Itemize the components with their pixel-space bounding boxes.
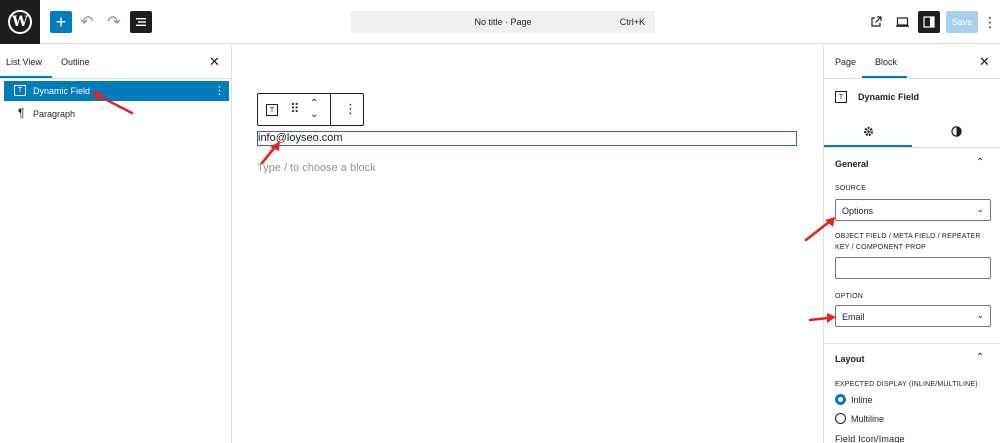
command-shortcut: Ctrl+K	[619, 17, 645, 27]
list-item-dynamic-field[interactable]: T Dynamic Field ⋮	[4, 81, 229, 101]
paragraph-icon: ¶	[18, 106, 25, 120]
editor-canvas: T ⠿ ⌃ ⌄ ⋮ info@loyseo.com Type / to choo…	[233, 45, 823, 443]
list-item-paragraph[interactable]: ¶ Paragraph	[4, 103, 229, 123]
expected-display-label: EXPECTED DISPLAY (INLINE/MULTILINE)	[835, 381, 978, 388]
layout-panel-title[interactable]: Layout	[835, 354, 865, 364]
radio-multiline[interactable]	[835, 413, 846, 424]
wordpress-icon: W	[8, 10, 32, 34]
divider	[0, 78, 232, 79]
desktop-icon	[895, 17, 909, 27]
dynamic-field-block[interactable]: info@loyseo.com	[257, 131, 797, 146]
dynamic-field-icon[interactable]: T	[266, 104, 278, 116]
options-menu-button[interactable]: ⋮	[979, 11, 1000, 33]
list-view-icon	[136, 18, 146, 26]
document-title: No title · Page	[474, 17, 532, 27]
list-item-label: Paragraph	[33, 109, 76, 119]
dynamic-field-icon: T	[14, 85, 26, 96]
list-item-label: Dynamic Field	[33, 86, 91, 96]
object-field-input[interactable]	[835, 257, 991, 279]
object-field-label: OBJECT FIELD / META FIELD / REPEATER KEY…	[835, 233, 981, 251]
general-panel-title[interactable]: General	[835, 159, 869, 169]
plus-icon: +	[55, 11, 67, 32]
chevron-up-icon[interactable]: ⌃	[976, 157, 984, 168]
chevron-down-icon: ⌄	[976, 310, 984, 320]
chevron-down-icon[interactable]: ⌄	[310, 109, 318, 120]
save-button[interactable]: Save	[946, 11, 978, 33]
chevron-up-icon[interactable]: ⌃	[310, 98, 318, 109]
dynamic-field-icon: T	[835, 91, 847, 103]
source-label: SOURCE	[835, 185, 867, 192]
undo-button[interactable]: ↶	[76, 11, 98, 33]
tab-block[interactable]: Block	[875, 57, 897, 67]
divider	[824, 78, 1000, 79]
more-vertical-icon: ⋮	[983, 13, 997, 30]
drag-handle-icon[interactable]: ⠿	[290, 101, 299, 117]
tab-outline[interactable]: Outline	[61, 57, 90, 67]
document-overview-button[interactable]	[130, 11, 152, 33]
radio-multiline-label: Multiline	[851, 414, 885, 424]
source-select[interactable]: Options ⌄	[835, 199, 991, 221]
redo-icon: ↷	[107, 14, 121, 31]
chevron-up-icon[interactable]: ⌃	[976, 352, 984, 363]
tab-settings[interactable]	[824, 116, 912, 146]
divider	[824, 343, 1000, 344]
close-icon[interactable]: ✕	[979, 54, 990, 70]
field-icon-image-label: Field Icon/Image	[835, 434, 905, 443]
chevron-down-icon: ⌄	[976, 204, 984, 214]
undo-icon: ↶	[80, 14, 94, 31]
tab-styles[interactable]	[912, 116, 1000, 146]
source-value: Options	[842, 206, 874, 216]
tab-list-view[interactable]: List View	[6, 57, 42, 67]
close-icon[interactable]: ✕	[209, 54, 220, 70]
tab-page[interactable]: Page	[835, 57, 856, 67]
block-card-title: Dynamic Field	[858, 92, 920, 102]
more-vertical-icon[interactable]: ⋮	[344, 101, 357, 117]
block-appender[interactable]: Type / to choose a block	[257, 162, 376, 174]
wordpress-logo[interactable]: W	[0, 0, 40, 44]
contrast-icon	[951, 125, 962, 137]
block-toolbar: T ⠿ ⌃ ⌄ ⋮	[257, 93, 364, 126]
option-value: Email	[842, 312, 865, 322]
external-link-icon	[871, 16, 882, 27]
settings-toggle-button[interactable]	[918, 11, 940, 33]
toolbar-divider	[330, 94, 331, 125]
option-label: OPTION	[835, 293, 864, 300]
sidebar-toggle-icon	[923, 16, 935, 28]
divider	[824, 147, 1000, 148]
redo-button[interactable]: ↷	[103, 11, 125, 33]
editor-header: W + ↶ ↷ No title · Page Ctrl+K Save ⋮	[0, 0, 1000, 44]
option-select[interactable]: Email ⌄	[835, 305, 991, 327]
list-view-panel: List View Outline ✕ T Dynamic Field ⋮ ¶ …	[0, 45, 232, 443]
preview-button[interactable]	[891, 11, 913, 33]
radio-inline-label: Inline	[851, 395, 873, 405]
more-vertical-icon[interactable]: ⋮	[214, 84, 225, 97]
settings-sidebar: Page Block ✕ T Dynamic Field General ⌃ S…	[823, 45, 1000, 443]
radio-inline[interactable]	[835, 394, 846, 405]
add-block-button[interactable]: +	[50, 11, 72, 33]
view-page-button[interactable]	[865, 11, 887, 33]
command-palette-bar[interactable]: No title · Page Ctrl+K	[351, 11, 655, 33]
cog-icon	[863, 126, 873, 136]
